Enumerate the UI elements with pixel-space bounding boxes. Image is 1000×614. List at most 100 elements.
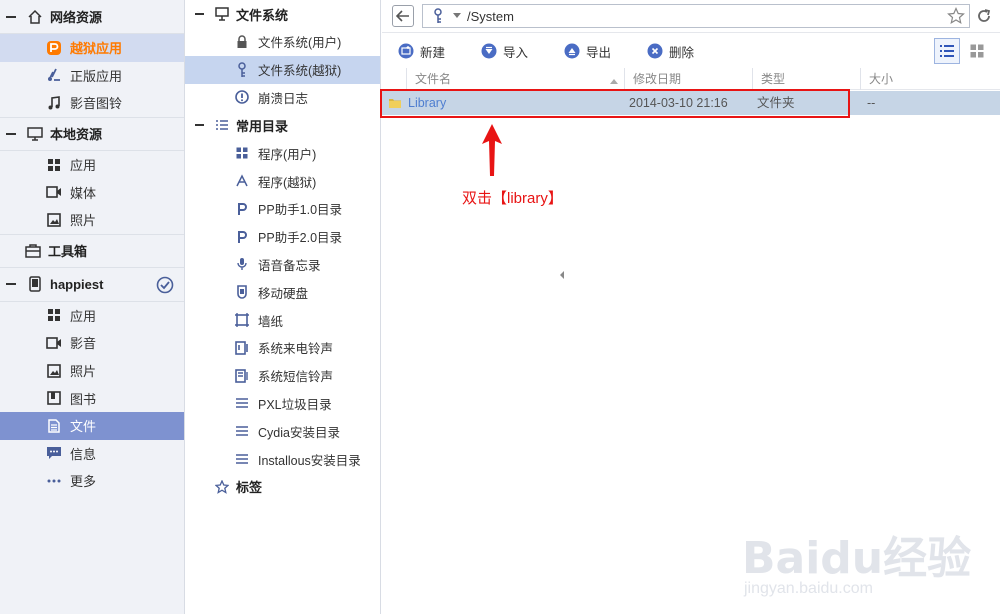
sidebar-item-device-apps[interactable]: 应用 — [0, 302, 184, 330]
export-icon — [564, 43, 580, 59]
appstore-icon — [235, 174, 249, 188]
grid-view-button[interactable] — [964, 38, 990, 64]
tree-item-label: 系统来电铃声 — [258, 342, 334, 357]
tree-item-call-ringtones[interactable]: 系统来电铃声 — [185, 334, 380, 362]
delete-icon — [647, 43, 663, 59]
monitor-icon — [26, 125, 44, 143]
sidebar-item-jailbreak-apps[interactable]: 越狱应用 — [0, 34, 184, 62]
tree-item-installous-dir[interactable]: Installous安装目录 — [185, 445, 380, 473]
sidebar-group-local[interactable]: 本地资源 — [0, 116, 184, 151]
sidebar-item-device-messages[interactable]: 信息 — [0, 440, 184, 468]
sidebar-item-device-more[interactable]: 更多 — [0, 467, 184, 495]
tree-item-label: 文件系统(用户) — [258, 36, 342, 51]
sidebar-item-label: 照片 — [70, 213, 97, 229]
sidebar-item-official-apps[interactable]: 正版应用 — [0, 62, 184, 90]
file-icon — [46, 418, 62, 434]
tree-group-common[interactable]: 常用目录 — [185, 111, 380, 139]
list-icon — [235, 424, 249, 438]
path-input[interactable]: /System — [422, 4, 970, 28]
delete-label: 删除 — [669, 45, 695, 60]
sidebar-item-label: 应用 — [70, 308, 97, 324]
sidebar-group-network[interactable]: 网络资源 — [0, 0, 184, 34]
chevron-down-icon[interactable] — [451, 10, 463, 22]
column-size[interactable]: 大小 — [860, 68, 1000, 90]
export-button[interactable]: 导出 — [564, 42, 611, 61]
ringtone-icon — [235, 341, 249, 355]
tree-group-tags[interactable]: 标签 — [185, 473, 380, 501]
tree-item-label: 文件系统(越狱) — [258, 64, 342, 79]
message-icon — [46, 445, 62, 461]
tree-item-pp1-dir[interactable]: PP助手1.0目录 — [185, 195, 380, 223]
row-size: -- — [867, 96, 876, 110]
tree-item-apps-jailbreak[interactable]: 程序(越狱) — [185, 167, 380, 195]
table-header: 文件名 修改日期 类型 大小 — [382, 68, 1000, 90]
tree-item-wallpaper[interactable]: 墙纸 — [185, 306, 380, 334]
appstore-icon — [46, 67, 62, 83]
path-text: /System — [467, 8, 514, 24]
delete-button[interactable]: 删除 — [647, 42, 694, 61]
sidebar-item-label: 正版应用 — [70, 68, 123, 84]
highlight-box — [380, 89, 850, 118]
tree-item-apps-user[interactable]: 程序(用户) — [185, 139, 380, 167]
tree-item-crash-log[interactable]: 崩溃日志 — [185, 84, 380, 112]
directory-tree: 文件系统 文件系统(用户) 文件系统(越狱) 崩溃日志 常用目录 程序(用户) — [185, 0, 564, 614]
tree-item-usb-disk[interactable]: 移动硬盘 — [185, 278, 380, 306]
book-icon — [46, 390, 62, 406]
collapse-icon[interactable] — [6, 15, 16, 18]
column-type[interactable]: 类型 — [752, 68, 860, 90]
import-label: 导入 — [503, 45, 529, 60]
sort-arrow-icon[interactable] — [610, 75, 618, 84]
sidebar-item-device-media[interactable]: 影音 — [0, 329, 184, 357]
sidebar-item-media-ringtones[interactable]: 影音图铃 — [0, 89, 184, 117]
import-button[interactable]: 导入 — [481, 42, 528, 61]
sidebar-group-label: happiest — [50, 276, 104, 292]
collapse-icon[interactable] — [6, 132, 16, 135]
sidebar-item-device-books[interactable]: 图书 — [0, 384, 184, 412]
sidebar-group-device[interactable]: happiest — [0, 268, 184, 302]
address-bar: /System — [382, 0, 1000, 33]
collapse-icon[interactable] — [6, 283, 16, 286]
new-label: 新建 — [420, 45, 446, 60]
collapse-icon[interactable] — [195, 13, 204, 15]
tree-item-label: PP助手2.0目录 — [258, 231, 343, 246]
tree-group-filesystem[interactable]: 文件系统 — [185, 0, 380, 28]
apps-grid-icon — [46, 307, 62, 323]
new-button[interactable]: 新建 — [398, 42, 445, 61]
tree-item-sms-ringtones[interactable]: 系统短信铃声 — [185, 362, 380, 390]
column-modified[interactable]: 修改日期 — [624, 68, 752, 90]
tree-item-label: PXL垃圾目录 — [258, 397, 332, 412]
sidebar-item-label: 信息 — [70, 446, 97, 462]
list-view-button[interactable] — [934, 38, 960, 64]
sidebar-item-local-media[interactable]: 媒体 — [0, 178, 184, 206]
sidebar-item-device-files[interactable]: 文件 — [0, 411, 184, 440]
new-folder-icon — [398, 43, 414, 59]
sidebar-item-label: 更多 — [70, 474, 97, 490]
toolbar: 新建 导入 导出 删除 — [382, 36, 1000, 66]
refresh-icon[interactable] — [974, 6, 994, 26]
tree-item-label: 崩溃日志 — [258, 91, 309, 106]
sidebar-item-device-photos[interactable]: 照片 — [0, 357, 184, 385]
tree-item-pp2-dir[interactable]: PP助手2.0目录 — [185, 223, 380, 251]
tree-item-voice-memos[interactable]: 语音备忘录 — [185, 251, 380, 279]
collapse-icon[interactable] — [195, 124, 204, 127]
apps-grid-icon — [235, 146, 249, 160]
tree-item-fs-jailbreak[interactable]: 文件系统(越狱) — [185, 55, 380, 84]
sidebar-group-toolbox[interactable]: 工具箱 — [0, 233, 184, 268]
list-icon — [214, 117, 230, 133]
usb-drive-icon — [235, 285, 249, 300]
alert-icon — [235, 90, 249, 105]
left-sidebar: 网络资源 越狱应用 正版应用 影音图铃 本地资源 应用 媒体 照片 工具箱 ha… — [0, 0, 185, 614]
watermark-url: jingyan.baidu.com — [744, 580, 873, 597]
tree-item-cydia-dir[interactable]: Cydia安装目录 — [185, 417, 380, 445]
apps-grid-icon — [46, 157, 62, 173]
sidebar-item-label: 照片 — [70, 364, 97, 380]
column-name[interactable]: 文件名 — [406, 68, 624, 90]
sidebar-item-local-photos[interactable]: 照片 — [0, 206, 184, 234]
star-icon[interactable] — [947, 7, 965, 25]
back-button[interactable] — [392, 5, 414, 27]
tree-item-pxl-trash[interactable]: PXL垃圾目录 — [185, 390, 380, 418]
tree-item-fs-user[interactable]: 文件系统(用户) — [185, 28, 380, 56]
sidebar-item-local-apps[interactable]: 应用 — [0, 151, 184, 179]
ringtone-icon — [235, 368, 249, 383]
pp-logo-icon — [46, 40, 62, 56]
